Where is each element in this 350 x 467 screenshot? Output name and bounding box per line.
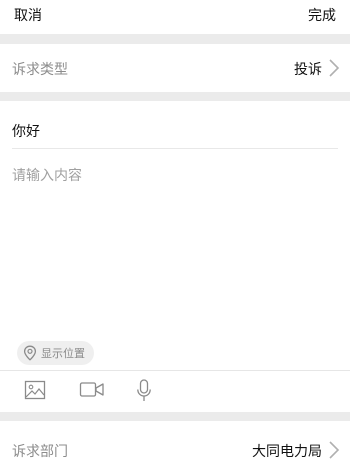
video-icon[interactable] bbox=[79, 379, 105, 401]
location-pin-icon bbox=[23, 345, 37, 361]
cancel-button[interactable]: 取消 bbox=[14, 5, 42, 25]
chevron-right-icon bbox=[329, 441, 340, 459]
header-bar: 取消 完成 bbox=[0, 0, 350, 34]
image-icon[interactable] bbox=[24, 379, 46, 401]
microphone-icon[interactable] bbox=[136, 379, 152, 403]
page: 取消 完成 诉求类型 投诉 你好 请输入内容 显示位置 诉求部门 大同电力局 bbox=[0, 0, 350, 467]
divider bbox=[12, 148, 338, 149]
section-separator bbox=[0, 92, 350, 101]
appeal-type-value: 投诉 bbox=[294, 62, 322, 78]
section-separator bbox=[0, 34, 350, 44]
department-value: 大同电力局 bbox=[252, 444, 322, 460]
appeal-type-row[interactable]: 诉求类型 投诉 bbox=[0, 44, 350, 92]
section-separator bbox=[0, 412, 350, 421]
content-textarea[interactable]: 请输入内容 bbox=[12, 165, 82, 185]
content-area: 你好 请输入内容 显示位置 bbox=[0, 101, 350, 370]
media-toolbar bbox=[0, 370, 350, 412]
department-row[interactable]: 诉求部门 大同电力局 bbox=[0, 421, 350, 467]
done-button[interactable]: 完成 bbox=[308, 5, 336, 25]
show-location-button[interactable]: 显示位置 bbox=[17, 341, 94, 365]
title-input[interactable]: 你好 bbox=[12, 121, 40, 141]
department-label: 诉求部门 bbox=[12, 444, 68, 460]
appeal-type-label: 诉求类型 bbox=[12, 62, 68, 78]
show-location-label: 显示位置 bbox=[41, 347, 85, 360]
chevron-right-icon bbox=[329, 59, 340, 77]
